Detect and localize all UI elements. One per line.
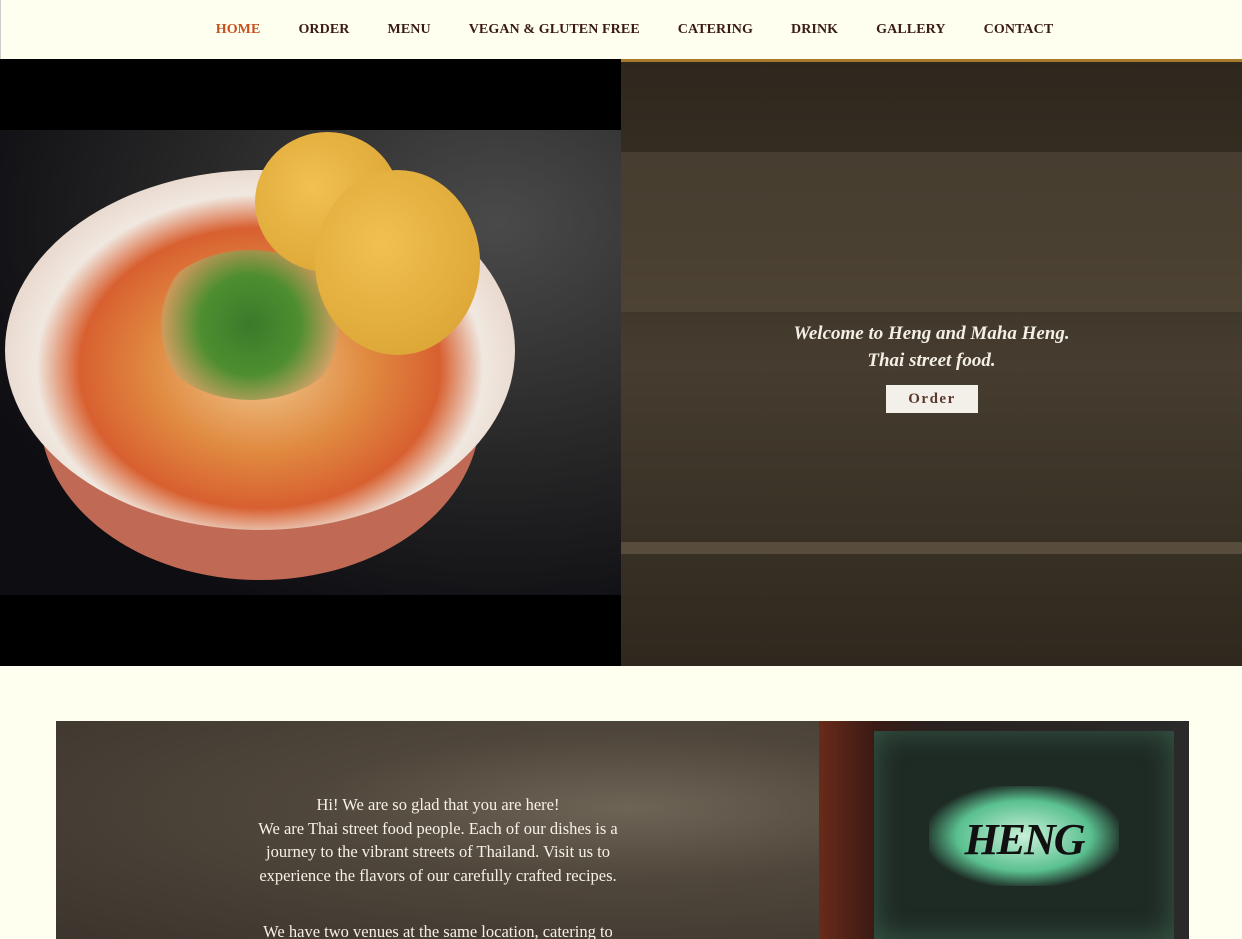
- nav-order[interactable]: ORDER: [298, 22, 349, 38]
- sign-board: HENG: [874, 731, 1174, 939]
- welcome-text: Welcome to Heng and Maha Heng. Thai stre…: [621, 320, 1242, 374]
- nav-catering[interactable]: CATERING: [678, 22, 753, 38]
- intro-greeting: Hi! We are so glad that you are here!: [316, 795, 560, 814]
- main-nav: HOME ORDER MENU VEGAN & GLUTEN FREE CATE…: [0, 0, 1242, 60]
- order-button[interactable]: Order: [886, 385, 978, 413]
- hero-bar-panel: Welcome to Heng and Maha Heng. Thai stre…: [621, 59, 1242, 666]
- nav-drink[interactable]: DRINK: [791, 22, 838, 38]
- intro-text: Hi! We are so glad that you are here! We…: [246, 793, 630, 939]
- intro-paragraph-2: We have two venues at the same location,…: [263, 922, 613, 939]
- welcome-line-1: Welcome to Heng and Maha Heng.: [793, 323, 1070, 344]
- wonton-chip: [315, 170, 480, 355]
- hero-food-panel: [0, 59, 621, 666]
- welcome-line-2: Thai street food.: [867, 350, 996, 371]
- hero-section: Welcome to Heng and Maha Heng. Thai stre…: [0, 59, 1242, 666]
- nav-vegan-gluten-free[interactable]: VEGAN & GLUTEN FREE: [469, 22, 640, 38]
- noodle-soup-photo: [0, 130, 621, 595]
- nav-contact[interactable]: CONTACT: [984, 22, 1054, 38]
- intro-paragraph-1: We are Thai street food people. Each of …: [258, 818, 618, 885]
- nav-gallery[interactable]: GALLERY: [876, 22, 945, 38]
- nav-home[interactable]: HOME: [216, 22, 261, 38]
- heng-neon-logo: HENG: [929, 786, 1119, 886]
- intro-section: Hi! We are so glad that you are here! We…: [56, 721, 819, 939]
- neon-sign-photo: HENG: [819, 721, 1189, 939]
- nav-menu[interactable]: MENU: [388, 22, 431, 38]
